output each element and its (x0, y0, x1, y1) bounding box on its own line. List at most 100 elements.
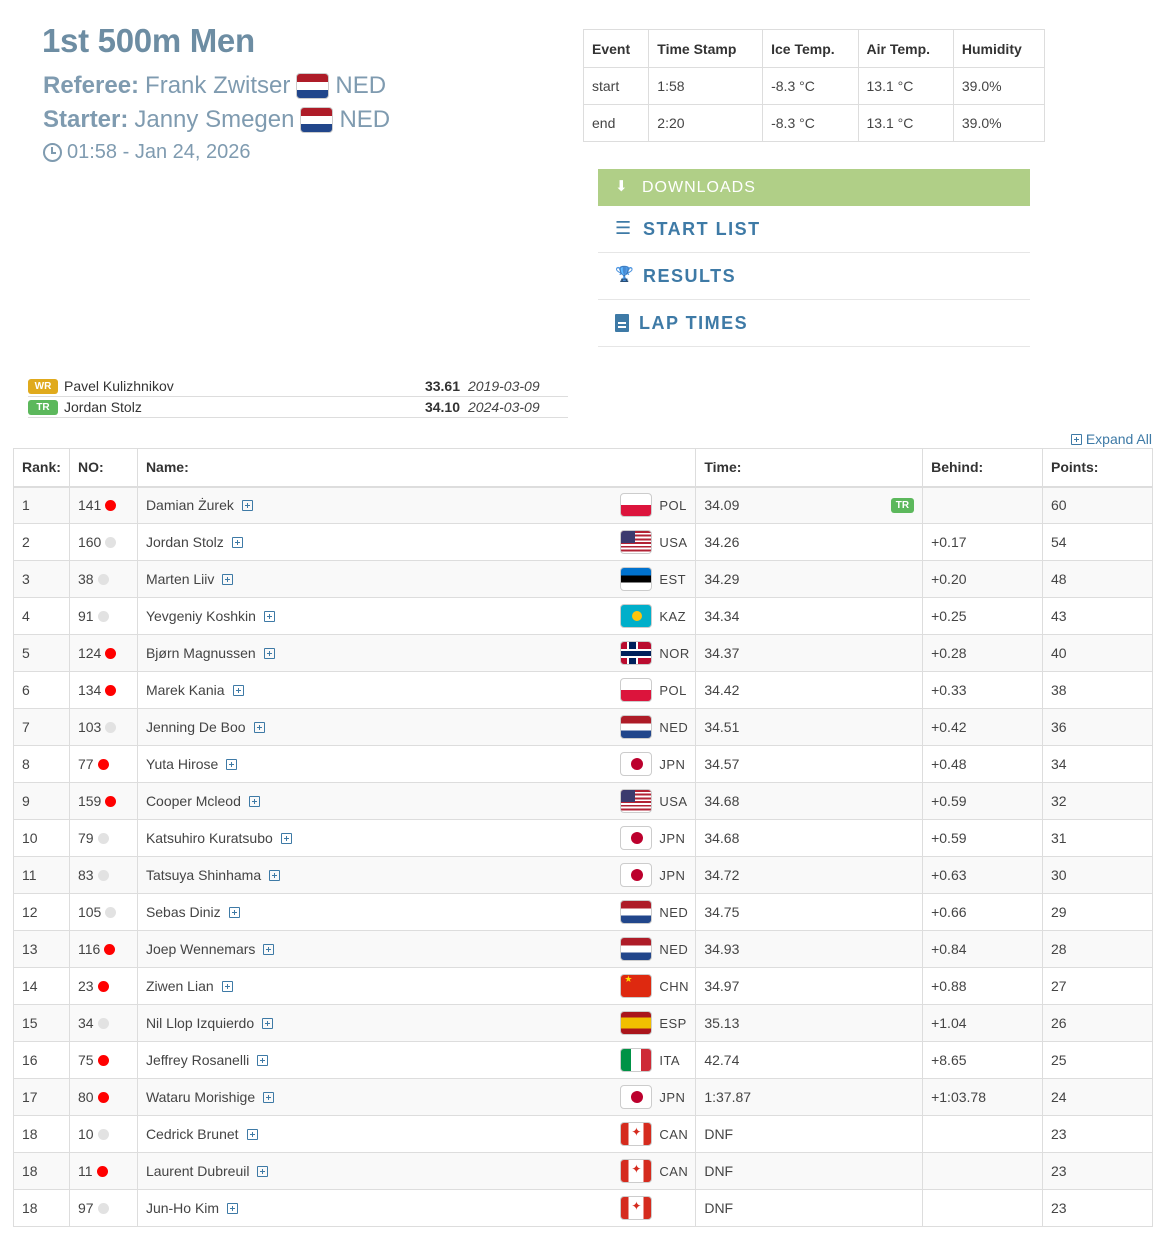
rank-cell: 18 (13, 1189, 70, 1227)
conditions-header: Humidity (952, 29, 1046, 68)
skater-name[interactable]: Wataru Morishige (146, 1089, 255, 1105)
expand-row-icon[interactable] (262, 1018, 274, 1029)
skater-number: 79 (77, 830, 94, 846)
conditions-header: Time Stamp (648, 29, 764, 68)
behind-cell: +0.59 (922, 782, 1044, 820)
expand-row-icon[interactable] (263, 648, 275, 659)
skater-number: 23 (77, 978, 94, 994)
race-time: DNF (704, 1200, 734, 1216)
jpn-flag-icon (620, 752, 653, 776)
table-row: 9 159 Cooper Mcleod USA 34.68 +0.59 32 (13, 782, 1153, 820)
expand-row-icon[interactable] (232, 685, 244, 696)
skater-name[interactable]: Bjørn Magnussen (146, 645, 256, 661)
skater-name[interactable]: Joep Wennemars (146, 941, 255, 957)
lane-dot-icon (97, 1129, 109, 1140)
skater-name[interactable]: Katsuhiro Kuratsubo (146, 830, 273, 846)
expand-row-icon[interactable] (280, 833, 292, 844)
skater-name[interactable]: Damian Żurek (146, 497, 234, 513)
lane-dot-icon (105, 796, 117, 807)
rank-cell: 3 (13, 560, 70, 598)
expand-row-icon[interactable] (226, 759, 238, 770)
expand-row-icon[interactable] (253, 722, 265, 733)
time-cell: 34.57 (695, 745, 924, 783)
nationality: JPN (620, 826, 687, 850)
number-cell: 79 (68, 819, 138, 857)
record-date: 2024-03-09 (468, 399, 540, 415)
downloads-panel: DOWNLOADS START LIST RESULTS LAP TIMES (598, 169, 1030, 347)
expand-row-icon[interactable] (257, 1055, 269, 1066)
nationality-code: KAZ (659, 608, 687, 624)
expand-row-icon[interactable] (222, 574, 234, 585)
expand-row-icon[interactable] (263, 944, 275, 955)
expand-row-icon[interactable] (231, 537, 243, 548)
rank-cell: 5 (13, 634, 70, 672)
rank-cell: 18 (13, 1115, 70, 1153)
lap-times-link[interactable]: LAP TIMES (598, 300, 1030, 347)
conditions-cell: -8.3 °C (762, 67, 859, 105)
jpn-flag-icon (620, 863, 653, 887)
skater-name[interactable]: Jeffrey Rosanelli (146, 1052, 249, 1068)
expand-all-link[interactable]: Expand All (1070, 431, 1152, 447)
expand-row-icon[interactable] (263, 1092, 275, 1103)
skater-name[interactable]: Laurent Dubreuil (146, 1163, 250, 1179)
table-row: 18 11 Laurent Dubreuil CAN DNF 23 (13, 1152, 1153, 1190)
skater-name[interactable]: Cedrick Brunet (146, 1126, 239, 1142)
lane-dot-icon (97, 759, 109, 770)
expand-row-icon[interactable] (248, 796, 260, 807)
record-date: 2019-03-09 (468, 378, 540, 394)
expand-row-icon[interactable] (246, 1129, 258, 1140)
nationality-code: ESP (659, 1015, 687, 1031)
number-cell: 160 (68, 523, 138, 561)
skater-number: 124 (77, 645, 102, 661)
referee-name: Frank Zwitser (145, 72, 291, 99)
time-cell: 1:37.87 (695, 1078, 924, 1116)
points-cell: 24 (1042, 1078, 1153, 1116)
points-cell: 60 (1042, 486, 1153, 524)
expand-row-icon[interactable] (241, 500, 253, 512)
skater-name[interactable]: Cooper Mcleod (146, 793, 241, 809)
skater-name[interactable]: Jenning De Boo (146, 719, 246, 735)
skater-name[interactable]: Tatsuya Shinhama (146, 867, 261, 883)
skater-name[interactable]: Nil Llop Izquierdo (146, 1015, 254, 1031)
name-cell: Tatsuya Shinhama JPN (136, 856, 697, 894)
expand-row-icon[interactable] (221, 981, 233, 992)
skater-name[interactable]: Jun-Ho Kim (146, 1200, 219, 1216)
skater-name[interactable]: Marek Kania (146, 682, 225, 698)
ned-flag-icon (296, 73, 330, 99)
name-cell: Jenning De Boo NED (136, 708, 697, 746)
skater-name[interactable]: Ziwen Lian (146, 978, 214, 994)
rank-cell: 14 (13, 967, 70, 1005)
skater-name[interactable]: Marten Liiv (146, 571, 214, 587)
lane-dot-icon (97, 981, 109, 992)
time-cell: DNF (695, 1152, 924, 1190)
expand-row-icon[interactable] (228, 907, 240, 918)
lane-dot-icon (105, 500, 117, 512)
start-list-label: START LIST (643, 218, 761, 239)
results-link[interactable]: RESULTS (598, 253, 1030, 300)
expand-row-icon[interactable] (257, 1166, 269, 1177)
skater-name[interactable]: Jordan Stolz (146, 534, 224, 550)
ita-flag-icon (620, 1048, 653, 1072)
start-list-link[interactable]: START LIST (598, 206, 1030, 253)
lane-dot-icon (105, 907, 117, 918)
rank-cell: 1 (13, 486, 70, 524)
expand-row-icon[interactable] (269, 870, 281, 881)
results-label: RESULTS (643, 265, 737, 286)
points-cell: 31 (1042, 819, 1153, 857)
race-time: 34.68 (704, 793, 740, 809)
points-cell: 23 (1042, 1152, 1153, 1190)
number-cell: 83 (68, 856, 138, 894)
skater-number: 75 (77, 1052, 94, 1068)
skater-name[interactable]: Yevgeniy Koshkin (146, 608, 256, 624)
expand-row-icon[interactable] (263, 611, 275, 622)
skater-name-group: Ziwen Lian (146, 978, 233, 994)
nationality-code: POL (659, 497, 687, 513)
nationality: USA (620, 789, 687, 813)
behind-cell (922, 1189, 1044, 1227)
skater-name[interactable]: Yuta Hirose (146, 756, 218, 772)
skater-name[interactable]: Sebas Diniz (146, 904, 221, 920)
points-cell: 29 (1042, 893, 1153, 931)
skater-number: 105 (77, 904, 102, 920)
conditions-table: Event Time Stamp Ice Temp. Air Temp. Hum… (582, 29, 1046, 142)
expand-row-icon[interactable] (227, 1203, 239, 1214)
